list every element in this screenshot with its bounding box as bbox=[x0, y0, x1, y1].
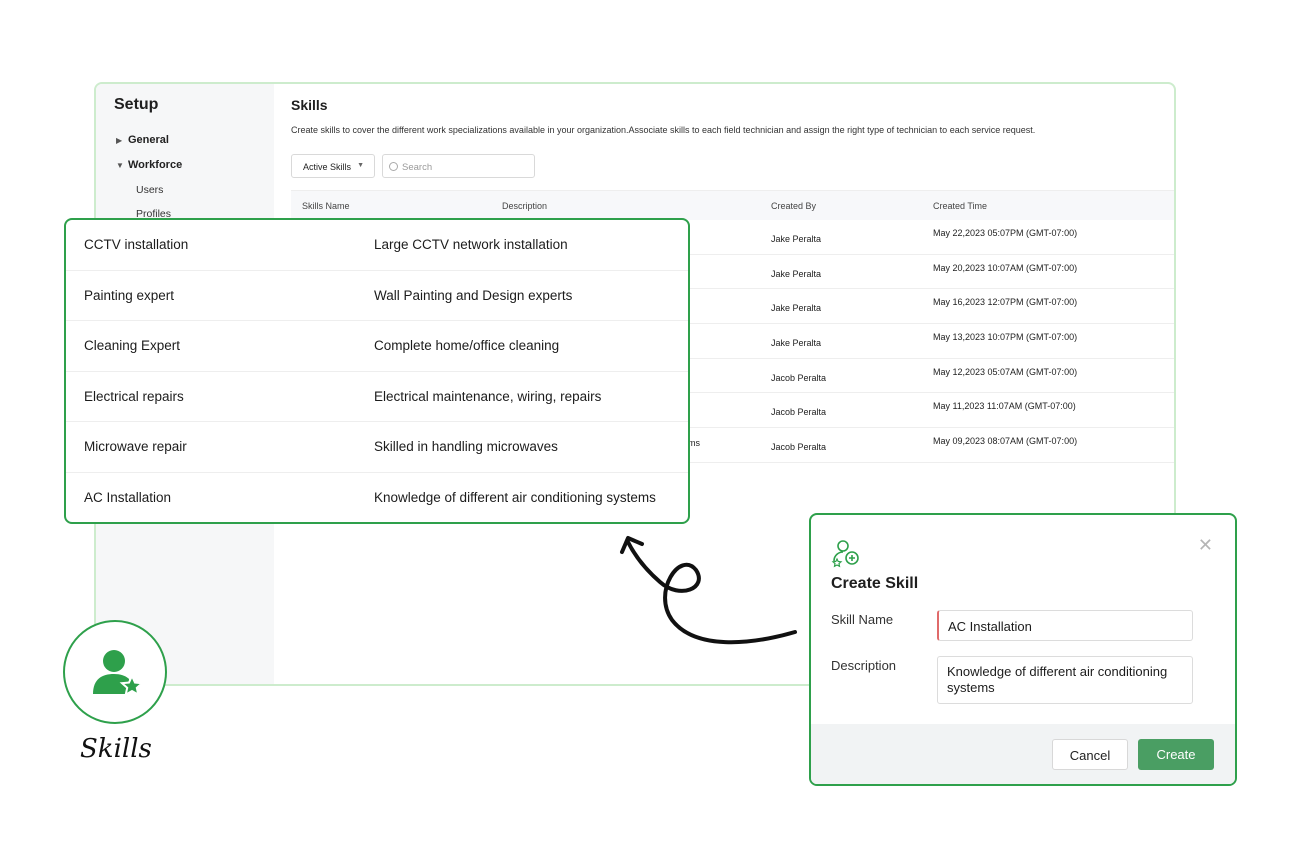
caret-right-icon: ▶ bbox=[116, 136, 123, 145]
search-icon bbox=[389, 162, 398, 171]
add-skill-icon bbox=[831, 540, 859, 568]
column-header[interactable]: Created Time bbox=[933, 201, 987, 211]
skill-name: Microwave repair bbox=[84, 439, 187, 454]
skill-name: Electrical repairs bbox=[84, 388, 184, 404]
description-label: Description bbox=[831, 658, 897, 673]
created-time: May 11,2023 11:07AM (GMT-07:00) bbox=[933, 401, 1076, 412]
sidebar-item-general[interactable]: ▶ General bbox=[116, 134, 169, 146]
page-description: Create skills to cover the different wor… bbox=[291, 125, 1036, 135]
close-icon[interactable]: ✕ bbox=[1198, 535, 1213, 556]
description-input[interactable]: Knowledge of different air conditioning … bbox=[937, 656, 1193, 704]
column-header[interactable]: Description bbox=[502, 201, 547, 211]
sidebar-item-label: Workforce bbox=[128, 159, 183, 171]
skill-description: Skilled in handling microwaves bbox=[374, 439, 558, 454]
sidebar-item-label: General bbox=[128, 134, 169, 146]
created-time: May 12,2023 05:07AM (GMT-07:00) bbox=[933, 366, 1078, 377]
list-item[interactable]: AC Installation Knowledge of different a… bbox=[66, 473, 688, 524]
search-input[interactable]: Search bbox=[382, 154, 535, 178]
sidebar-title: Setup bbox=[114, 96, 159, 113]
cancel-button[interactable]: Cancel bbox=[1052, 739, 1128, 770]
skills-badge bbox=[63, 620, 167, 724]
table-header: Skills Name Description Created By Creat… bbox=[291, 190, 1174, 220]
page-title: Skills bbox=[291, 97, 328, 113]
skills-zoom-card: CCTV installation Large CCTV network ins… bbox=[64, 218, 690, 524]
list-item[interactable]: Electrical repairs Electrical maintenanc… bbox=[66, 372, 688, 422]
badge-label: Skills bbox=[80, 734, 152, 764]
skill-description: Complete home/office cleaning bbox=[374, 338, 560, 353]
skill-name-label: Skill Name bbox=[831, 612, 894, 627]
created-by: Jake Peralta bbox=[771, 338, 822, 349]
dialog-footer: Cancel Create bbox=[811, 724, 1235, 784]
skill-name: Painting expert bbox=[84, 287, 175, 303]
list-item[interactable]: Microwave repair Skilled in handling mic… bbox=[66, 422, 688, 473]
skill-name: Cleaning Expert bbox=[84, 338, 181, 353]
create-skill-dialog: ✕ Create Skill Skill Name AC Installatio… bbox=[809, 513, 1237, 786]
skill-name-input[interactable]: AC Installation bbox=[937, 610, 1193, 641]
created-by: Jake Peralta bbox=[771, 268, 822, 279]
sidebar-item-workforce[interactable]: ▼ Workforce bbox=[116, 159, 182, 171]
search-placeholder: Search bbox=[402, 162, 433, 173]
list-item[interactable]: Cleaning Expert Complete home/office cle… bbox=[66, 321, 688, 372]
skill-description: Electrical maintenance, wiring, repairs bbox=[374, 388, 602, 404]
skills-filter-dropdown[interactable]: Active Skills ▼ bbox=[291, 154, 375, 178]
column-header[interactable]: Skills Name bbox=[302, 201, 350, 211]
created-time: May 09,2023 08:07AM (GMT-07:00) bbox=[933, 436, 1078, 447]
sidebar-item-users[interactable]: Users bbox=[136, 184, 163, 196]
list-item[interactable]: CCTV installation Large CCTV network ins… bbox=[66, 220, 688, 271]
chevron-down-icon: ▼ bbox=[357, 162, 364, 169]
filter-label: Active Skills bbox=[303, 162, 352, 172]
created-by: Jacob Peralta bbox=[771, 407, 827, 418]
created-by: Jacob Peralta bbox=[771, 372, 827, 383]
created-time: May 16,2023 12:07PM (GMT-07:00) bbox=[933, 297, 1078, 308]
skill-description: Knowledge of different air conditioning … bbox=[374, 489, 656, 505]
column-header[interactable]: Created By bbox=[771, 201, 816, 211]
skill-description: Large CCTV network installation bbox=[374, 237, 568, 252]
skill-description: Wall Painting and Design experts bbox=[374, 287, 573, 303]
skill-name: AC Installation bbox=[84, 489, 172, 505]
created-by: Jake Peralta bbox=[771, 303, 822, 314]
dialog-title: Create Skill bbox=[831, 575, 919, 592]
created-by: Jacob Peralta bbox=[771, 442, 827, 453]
list-item[interactable]: Painting expert Wall Painting and Design… bbox=[66, 271, 688, 321]
created-by: Jake Peralta bbox=[771, 234, 822, 244]
created-time: May 20,2023 10:07AM (GMT-07:00) bbox=[933, 262, 1078, 273]
create-button[interactable]: Create bbox=[1138, 739, 1214, 770]
curved-arrow bbox=[620, 536, 797, 645]
skill-name: CCTV installation bbox=[84, 237, 189, 252]
created-time: May 22,2023 05:07PM (GMT-07:00) bbox=[933, 228, 1078, 238]
created-time: May 13,2023 10:07PM (GMT-07:00) bbox=[933, 332, 1078, 343]
caret-down-icon: ▼ bbox=[116, 161, 124, 170]
user-star-icon bbox=[93, 650, 145, 697]
